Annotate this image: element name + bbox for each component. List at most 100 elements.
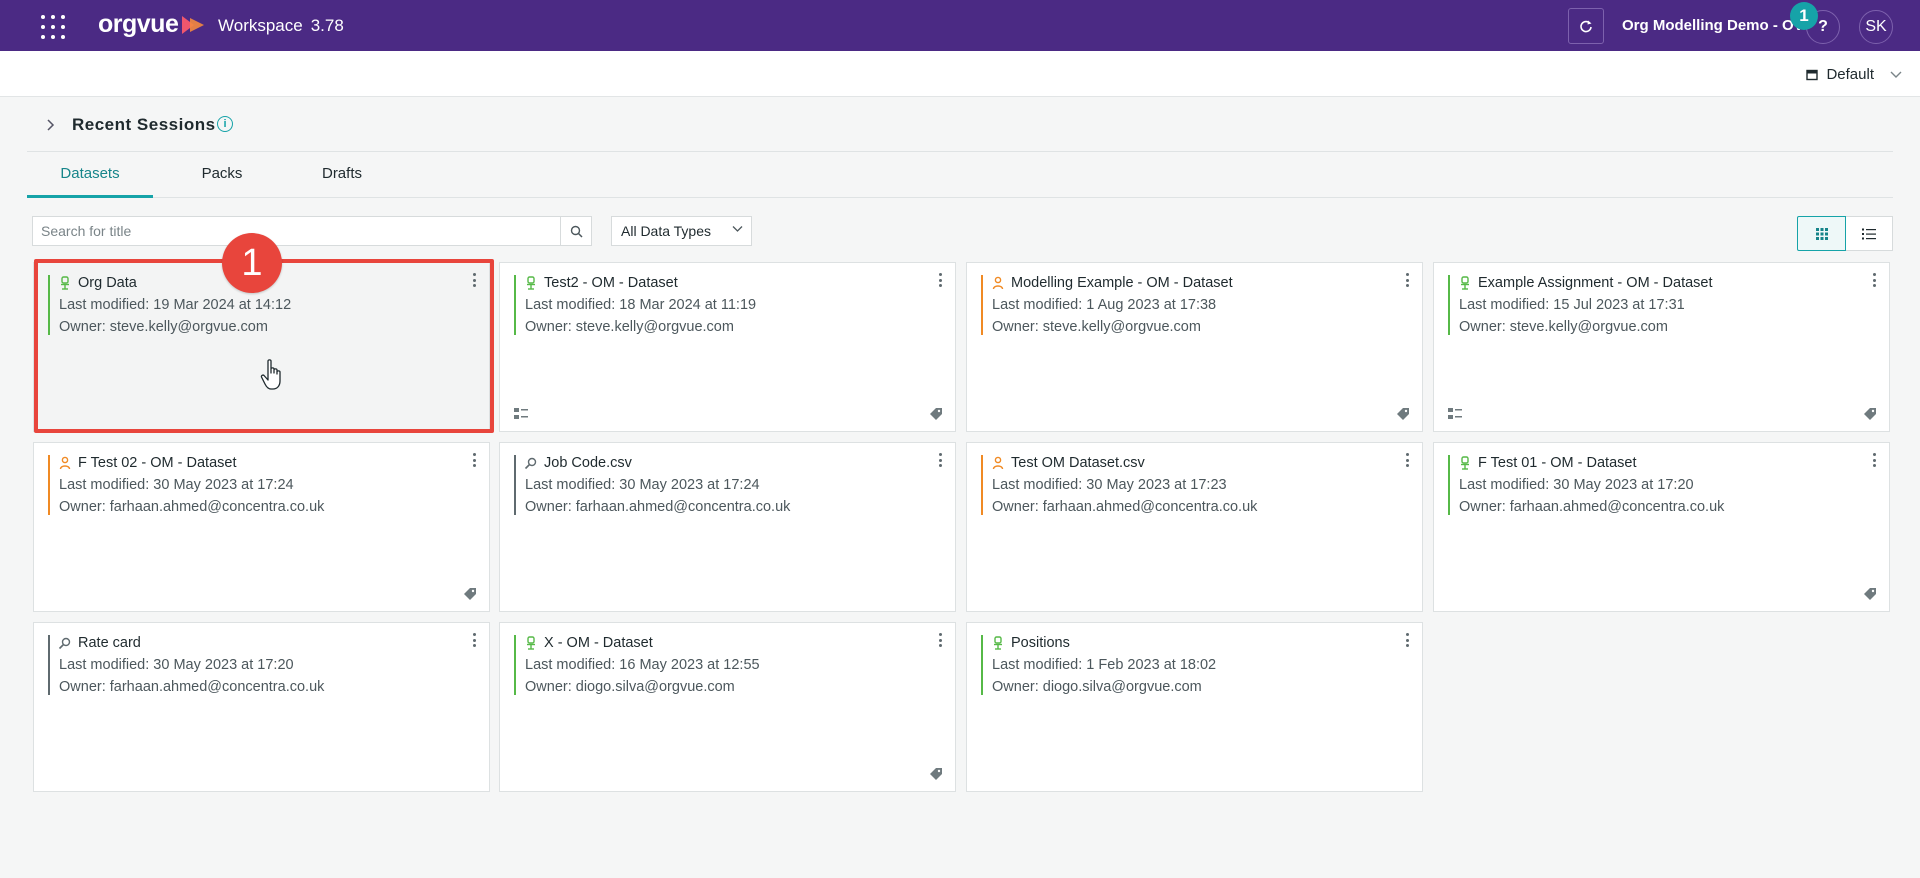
- card-owner: Owner: steve.kelly@orgvue.com: [992, 319, 1201, 335]
- hierarchy-icon: [1448, 408, 1462, 419]
- card-owner: Owner: farhaan.ahmed@concentra.co.uk: [1459, 499, 1725, 515]
- card-title[interactable]: F Test 01 - OM - Dataset: [1478, 455, 1636, 471]
- org-name[interactable]: Org Modelling Demo - OV: [1622, 17, 1804, 34]
- notification-badge[interactable]: 1: [1790, 2, 1818, 30]
- tag-icon[interactable]: [1396, 407, 1410, 421]
- card-accent-bar: [48, 455, 50, 515]
- card-title[interactable]: Positions: [1011, 635, 1070, 651]
- apps-grid-icon[interactable]: [41, 15, 65, 39]
- card-accent-bar: [981, 635, 983, 695]
- dataset-card[interactable]: Example Assignment - OM - Dataset Last mo…: [1433, 262, 1890, 432]
- more-options-icon[interactable]: [473, 453, 477, 467]
- dataset-card[interactable]: X - OM - Dataset Last modified: 16 May 20…: [499, 622, 956, 792]
- refresh-icon: [1580, 20, 1592, 33]
- person-green-icon: [524, 276, 538, 290]
- card-title[interactable]: Test OM Dataset.csv: [1011, 455, 1145, 471]
- chevron-down-icon: [732, 226, 743, 232]
- person-green-icon: [1458, 276, 1472, 290]
- more-options-icon[interactable]: [1873, 273, 1877, 287]
- more-options-icon[interactable]: [939, 273, 943, 287]
- more-options-icon[interactable]: [1406, 453, 1410, 467]
- orgvue-mark-icon: [182, 15, 205, 34]
- card-last-modified: Last modified: 30 May 2023 at 17:24: [525, 477, 760, 493]
- data-type-select[interactable]: All Data Types: [611, 216, 752, 246]
- tab-packs[interactable]: Packs: [171, 165, 273, 198]
- search-input[interactable]: [33, 217, 560, 245]
- grid-view-icon: [1815, 227, 1828, 240]
- view-selector-label: Default: [1826, 66, 1874, 83]
- tag-icon[interactable]: [1863, 587, 1877, 601]
- card-last-modified: Last modified: 15 Jul 2023 at 17:31: [1459, 297, 1685, 313]
- chevron-right-icon[interactable]: [46, 119, 56, 131]
- card-title[interactable]: Job Code.csv: [544, 455, 632, 471]
- card-last-modified: Last modified: 30 May 2023 at 17:20: [1459, 477, 1694, 493]
- tag-icon[interactable]: [929, 407, 943, 421]
- dataset-card[interactable]: Rate card Last modified: 30 May 2023 at 1…: [33, 622, 490, 792]
- card-title[interactable]: Rate card: [78, 635, 141, 651]
- tag-icon[interactable]: [463, 587, 477, 601]
- dataset-card[interactable]: Test OM Dataset.csv Last modified: 30 May…: [966, 442, 1423, 612]
- sub-bar: Default: [0, 51, 1920, 97]
- brand-name: orgvue: [98, 10, 179, 38]
- workspace-version: 3.78: [310, 16, 344, 35]
- dataset-card[interactable]: Test2 - OM - Dataset Last modified: 18 Ma…: [499, 262, 956, 432]
- card-accent-bar: [514, 275, 516, 335]
- recent-sessions-title[interactable]: Recent Sessions: [72, 115, 216, 135]
- step-badge: 1: [222, 233, 282, 293]
- card-last-modified: Last modified: 1 Feb 2023 at 18:02: [992, 657, 1217, 673]
- card-title[interactable]: F Test 02 - OM - Dataset: [78, 455, 236, 471]
- more-options-icon[interactable]: [1873, 453, 1877, 467]
- card-owner: Owner: steve.kelly@orgvue.com: [525, 319, 734, 335]
- info-icon[interactable]: i: [217, 116, 233, 132]
- tag-icon[interactable]: [1863, 407, 1877, 421]
- tab-bar: Datasets Packs Drafts: [27, 153, 1893, 198]
- workspace-label: Workspace: [218, 16, 303, 35]
- person-green-icon: [991, 636, 1005, 650]
- card-owner: Owner: diogo.silva@orgvue.com: [992, 679, 1202, 695]
- more-options-icon[interactable]: [939, 633, 943, 647]
- card-accent-bar: [514, 635, 516, 695]
- dataset-card[interactable]: F Test 01 - OM - Dataset Last modified: 3…: [1433, 442, 1890, 612]
- card-title[interactable]: X - OM - Dataset: [544, 635, 653, 651]
- window-icon: [1806, 69, 1819, 80]
- dataset-card[interactable]: F Test 02 - OM - Dataset Last modified: 3…: [33, 442, 490, 612]
- card-title[interactable]: Example Assignment - OM - Dataset: [1478, 275, 1713, 291]
- avatar[interactable]: SK: [1859, 10, 1893, 44]
- tab-datasets[interactable]: Datasets: [27, 165, 153, 198]
- tag-icon[interactable]: [929, 767, 943, 781]
- card-title[interactable]: Test2 - OM - Dataset: [544, 275, 678, 291]
- card-owner: Owner: diogo.silva@orgvue.com: [525, 679, 735, 695]
- card-last-modified: Last modified: 30 May 2023 at 17:24: [59, 477, 294, 493]
- card-last-modified: Last modified: 30 May 2023 at 17:23: [992, 477, 1227, 493]
- dataset-card[interactable]: Job Code.csv Last modified: 30 May 2023 a…: [499, 442, 956, 612]
- chevron-down-icon: [1890, 71, 1902, 78]
- more-options-icon[interactable]: [473, 633, 477, 647]
- orgvue-logo[interactable]: orgvue: [98, 10, 206, 39]
- list-view-button[interactable]: [1846, 216, 1893, 251]
- more-options-icon[interactable]: [939, 453, 943, 467]
- card-owner: Owner: farhaan.ahmed@concentra.co.uk: [59, 679, 325, 695]
- view-selector[interactable]: Default: [1806, 66, 1902, 83]
- search-box: [32, 216, 592, 246]
- card-last-modified: Last modified: 16 May 2023 at 12:55: [525, 657, 760, 673]
- tab-drafts[interactable]: Drafts: [291, 165, 393, 198]
- dataset-card[interactable]: Modelling Example - OM - Dataset Last mod…: [966, 262, 1423, 432]
- refresh-button[interactable]: [1568, 8, 1604, 44]
- person-green-icon: [1458, 456, 1472, 470]
- person-orange-icon: [991, 456, 1005, 470]
- person-green-icon: [524, 636, 538, 650]
- more-options-icon[interactable]: [1406, 273, 1410, 287]
- card-owner: Owner: farhaan.ahmed@concentra.co.uk: [525, 499, 791, 515]
- person-orange-icon: [991, 276, 1005, 290]
- card-title[interactable]: Modelling Example - OM - Dataset: [1011, 275, 1233, 291]
- dataset-card[interactable]: Positions Last modified: 1 Feb 2023 at 18…: [966, 622, 1423, 792]
- card-last-modified: Last modified: 18 Mar 2024 at 11:19: [525, 297, 757, 313]
- top-bar: orgvue Workspace 3.78 Org Modelling Demo …: [0, 0, 1920, 51]
- list-view-icon: [1862, 228, 1876, 239]
- workspace-title: Workspace 3.78: [218, 16, 344, 36]
- card-last-modified: Last modified: 30 May 2023 at 17:20: [59, 657, 294, 673]
- grid-view-button[interactable]: [1797, 216, 1846, 251]
- search-button[interactable]: [560, 217, 591, 245]
- more-options-icon[interactable]: [1406, 633, 1410, 647]
- data-type-select-value: All Data Types: [621, 223, 712, 239]
